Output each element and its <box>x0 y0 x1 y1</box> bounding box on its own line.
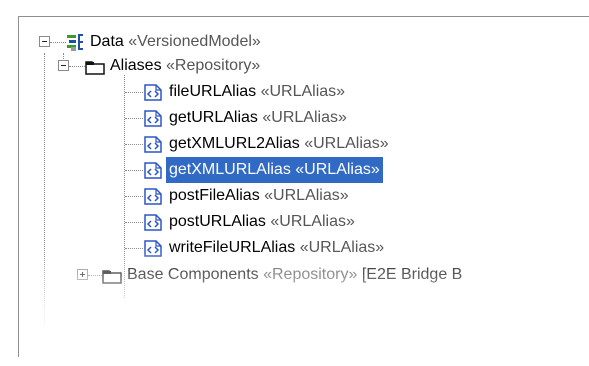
expand-toggle[interactable] <box>77 269 88 280</box>
node-suffix: [E2E Bridge B <box>361 266 463 283</box>
url-alias-icon <box>144 110 162 127</box>
tree-row-root[interactable]: Data «VersionedModel» <box>19 29 579 55</box>
url-alias-icon <box>144 188 162 205</box>
tree-connector <box>125 248 143 249</box>
node-name: writeFileURLAlias <box>169 239 296 256</box>
node-name: Aliases <box>110 57 162 74</box>
collapse-toggle[interactable] <box>58 60 69 71</box>
tree-row-alias[interactable]: getXMLURL2Alias «URLAlias» <box>19 131 579 157</box>
tree-row-base-components[interactable]: Base Components «Repository» [E2E Bridge… <box>19 262 579 288</box>
node-stereotype: «URLAlias» <box>304 135 389 152</box>
tree-connector <box>125 118 143 119</box>
node-name: getXMLURL2Alias <box>169 135 300 152</box>
model-icon <box>67 34 83 51</box>
node-name: Base Components <box>127 266 259 283</box>
tree-node-label: writeFileURLAlias «URLAlias» <box>169 235 384 261</box>
node-stereotype: «URLAlias» <box>262 109 347 126</box>
node-name: getXMLURLAlias <box>169 161 291 178</box>
tree-connector <box>125 196 143 197</box>
tree-node-label: getXMLURLAlias «URLAlias» <box>166 157 383 183</box>
tree-row-alias[interactable]: fileURLAlias «URLAlias» <box>19 79 579 105</box>
node-stereotype: «URLAlias» <box>260 83 346 100</box>
folder-icon <box>85 61 105 75</box>
tree-connector <box>50 42 66 43</box>
tree-connector <box>125 144 143 145</box>
node-name: fileURLAlias <box>169 83 257 100</box>
node-stereotype: «URLAlias» <box>270 213 355 230</box>
tree-row-alias[interactable]: getURLAlias «URLAlias» <box>19 105 579 131</box>
node-name: postURLAlias <box>169 213 266 230</box>
url-alias-icon <box>144 214 162 231</box>
node-name: Data <box>90 33 124 50</box>
tree-connector <box>125 222 143 223</box>
node-stereotype: «Repository» <box>263 266 358 283</box>
url-alias-icon <box>144 240 162 257</box>
tree-node-label: Data «VersionedModel» <box>90 29 261 55</box>
tree-row-alias[interactable]: postFileAlias «URLAlias» <box>19 183 579 209</box>
tree-connector <box>125 92 143 93</box>
node-stereotype: «URLAlias» <box>264 187 349 204</box>
node-stereotype: «URLAlias» <box>299 239 385 256</box>
node-stereotype: «Repository» <box>166 57 261 74</box>
tree-node-label: Base Components «Repository» [E2E Bridge… <box>127 262 462 288</box>
node-name: getURLAlias <box>169 109 258 126</box>
url-alias-icon <box>144 136 162 153</box>
tree-node-label: postURLAlias «URLAlias» <box>169 209 355 235</box>
url-alias-icon <box>144 84 162 101</box>
tree-node-label: postFileAlias «URLAlias» <box>169 183 349 209</box>
tree-node-label: getXMLURL2Alias «URLAlias» <box>169 131 389 157</box>
tree-row-alias-selected[interactable]: getXMLURLAlias «URLAlias» <box>19 157 579 183</box>
tree-node-label: Aliases «Repository» <box>110 53 260 79</box>
tree-node-label: fileURLAlias «URLAlias» <box>169 79 345 105</box>
model-tree: Data «VersionedModel» Aliases «Repositor… <box>19 17 589 357</box>
node-stereotype: «VersionedModel» <box>128 33 261 50</box>
node-stereotype: «URLAlias» <box>295 161 380 178</box>
model-tree-panel: Data «VersionedModel» Aliases «Repositor… <box>18 16 589 357</box>
tree-row-aliases[interactable]: Aliases «Repository» <box>19 53 579 79</box>
collapse-toggle[interactable] <box>39 36 50 47</box>
tree-row-alias[interactable]: writeFileURLAlias «URLAlias» <box>19 235 579 261</box>
tree-node-label: getURLAlias «URLAlias» <box>169 105 347 131</box>
url-alias-icon <box>144 162 162 179</box>
folder-icon <box>102 270 122 284</box>
tree-row-alias[interactable]: postURLAlias «URLAlias» <box>19 209 579 235</box>
node-name: postFileAlias <box>169 187 260 204</box>
tree-connector <box>69 66 85 67</box>
tree-connector <box>125 170 143 171</box>
tree-connector <box>88 275 102 276</box>
